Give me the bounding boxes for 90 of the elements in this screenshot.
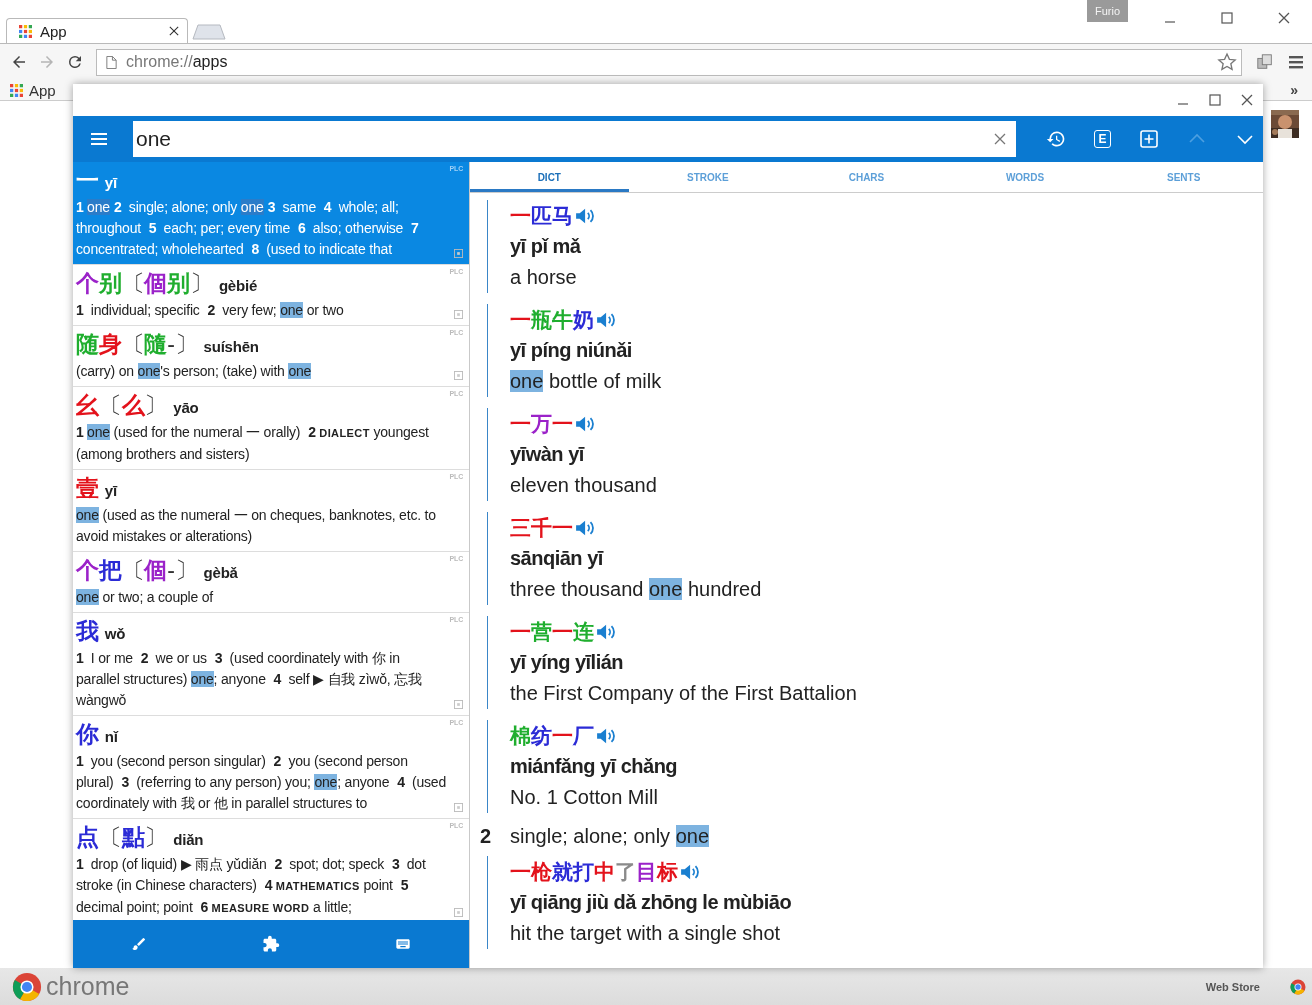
- headword: 我: [76, 617, 99, 645]
- example-meaning: a horse: [510, 265, 578, 290]
- definition: (carry) on one's person; (take) with one: [76, 362, 313, 381]
- logo-icon: [12, 971, 42, 1002]
- example-hanzi: 一营一连: [510, 619, 594, 645]
- brand-name: chrome: [46, 972, 130, 1001]
- example-pinyin: yī pǐ mǎ: [510, 234, 582, 259]
- brush-icon[interactable]: [130, 936, 147, 952]
- reload-icon[interactable]: [66, 53, 84, 71]
- speaker-icon[interactable]: [596, 310, 618, 329]
- example-hanzi: 一枪就打中了 目标: [510, 859, 678, 885]
- definition: 1 you (second person singular) 2 you (second person plural) 3 (referring to any person) you; one; anyone 4 (used coordinately with 我 or 他 in parallel structures to: [76, 752, 447, 813]
- speaker-icon[interactable]: [575, 414, 597, 433]
- search-field[interactable]: one: [133, 121, 1016, 157]
- example-meaning: one bottle of milk: [510, 369, 663, 394]
- logo-icon[interactable]: [1290, 978, 1306, 995]
- maximize-icon[interactable]: [1209, 94, 1221, 106]
- example-meaning: three thousand one hundred: [510, 577, 763, 602]
- history-icon[interactable]: [1046, 129, 1066, 149]
- sense-number: 2: [480, 824, 493, 849]
- example-pinyin: yīwàn yī: [510, 442, 586, 467]
- pinyin: yī: [104, 173, 117, 193]
- example-hanzi: 一瓶牛奶: [510, 307, 594, 333]
- pinyin: gèbié: [218, 276, 258, 296]
- definition: 1 individual; specific 2 very few; one or two: [76, 301, 345, 320]
- definition: 1 I or me 2 we or us 3 (used coordinately with 你 in parallel structures) one; anyone 4 self ▶ 自我 zìwǒ, 忘我 wàngwǒ: [76, 649, 423, 710]
- headword: 随身〔隨-〕: [76, 330, 198, 358]
- bookmarks-overflow-button[interactable]: »: [1290, 82, 1298, 98]
- definition: 1 drop (of liquid) ▶ 雨点 yǔdiǎn 2 spot; dot; speck 3 dot stroke (in Chinese characters) 4 MATHEMATICS point 5 decimal point; point 6 MEASURE WORD a little;: [76, 855, 427, 917]
- headword: 你: [76, 720, 99, 748]
- example-meaning: eleven thousand: [510, 473, 658, 498]
- pinyin: yāo: [173, 398, 199, 418]
- speaker-icon[interactable]: [680, 862, 702, 881]
- apps-grid-icon: [10, 83, 23, 97]
- headword: 个别〔個别〕: [76, 269, 213, 297]
- keyboard-icon[interactable]: [395, 936, 412, 952]
- browser-tab[interactable]: App: [6, 18, 188, 43]
- example-meaning: hit the target with a single shot: [510, 921, 782, 946]
- web-store-link[interactable]: Web Store: [1205, 980, 1260, 993]
- definition: 1 one 2 single; alone; only one 3 same 4 whole; all; throughout 5 each; per; every time 6 also; otherwise 7 concentrated; wholehearted 8 (used to indicate that: [76, 198, 420, 259]
- headword: 壹: [76, 474, 99, 502]
- sense-text: single; alone; only one: [510, 824, 710, 849]
- headword: 个把〔個-〕: [76, 556, 198, 584]
- bookmark-label: App: [29, 81, 56, 99]
- pinyin: gèbǎ: [203, 563, 238, 583]
- definition: 1 one (used for the numeral 一 orally) 2 DIALECT youngest (among brothers and sisters): [76, 423, 430, 464]
- pinyin: wǒ: [104, 624, 126, 644]
- address-field[interactable]: chrome://apps: [96, 48, 1242, 76]
- address-text: chrome://apps: [126, 53, 228, 71]
- example-pinyin: yī píng niúnǎi: [510, 338, 633, 363]
- close-icon[interactable]: [169, 26, 179, 36]
- pinyin: diǎn: [173, 830, 204, 850]
- example-hanzi: 一万一: [510, 411, 573, 437]
- example-pinyin: yī qiāng jiù dǎ zhōng le mùbiāo: [510, 890, 793, 915]
- example-hanzi: 棉纺一厂: [510, 723, 594, 749]
- close-icon[interactable]: [1241, 94, 1253, 106]
- close-icon[interactable]: [1278, 12, 1290, 24]
- english-button[interactable]: E: [1094, 130, 1111, 148]
- menu-icon[interactable]: [91, 133, 107, 145]
- page-icon: [105, 55, 118, 69]
- speaker-icon[interactable]: [575, 518, 597, 537]
- example-meaning: No. 1 Cotton Mill: [510, 785, 659, 810]
- definition: one or two; a couple of: [76, 588, 215, 607]
- pinyin: yī: [104, 481, 117, 501]
- star-icon[interactable]: [1217, 52, 1237, 72]
- headword: 点〔點〕: [76, 823, 168, 851]
- example-pinyin: sānqiān yī: [510, 546, 605, 571]
- example-pinyin: yī yíng yīlián: [510, 650, 625, 675]
- pinyin: suíshēn: [203, 337, 259, 357]
- example-meaning: the First Company of the First Battalion: [510, 681, 858, 706]
- pinyin: nǐ: [104, 727, 118, 747]
- menu-icon[interactable]: [1288, 54, 1304, 70]
- headword: 幺〔么〕: [76, 391, 168, 419]
- tab[interactable]: DICT: [470, 162, 629, 192]
- example-hanzi: 三千一: [510, 515, 573, 541]
- speaker-icon[interactable]: [596, 622, 618, 641]
- speaker-icon[interactable]: [575, 206, 597, 225]
- bookmark-item[interactable]: App: [10, 81, 56, 99]
- puzzle-icon[interactable]: [262, 935, 280, 953]
- extension-icon[interactable]: [1256, 53, 1274, 71]
- apps-grid-icon: [19, 24, 32, 38]
- headword: 一: [76, 166, 99, 194]
- add-icon[interactable]: [1139, 129, 1159, 149]
- speaker-icon[interactable]: [596, 726, 618, 745]
- example-pinyin: miánfǎng yī chǎng: [510, 754, 679, 779]
- example-hanzi: 一匹马: [510, 203, 573, 229]
- clear-icon[interactable]: [994, 133, 1006, 145]
- tab-title: App: [40, 22, 68, 40]
- definition: one (used as the numeral 一 on cheques, banknotes, etc. to avoid mistakes or alterations): [76, 506, 437, 546]
- maximize-icon[interactable]: [1221, 12, 1233, 24]
